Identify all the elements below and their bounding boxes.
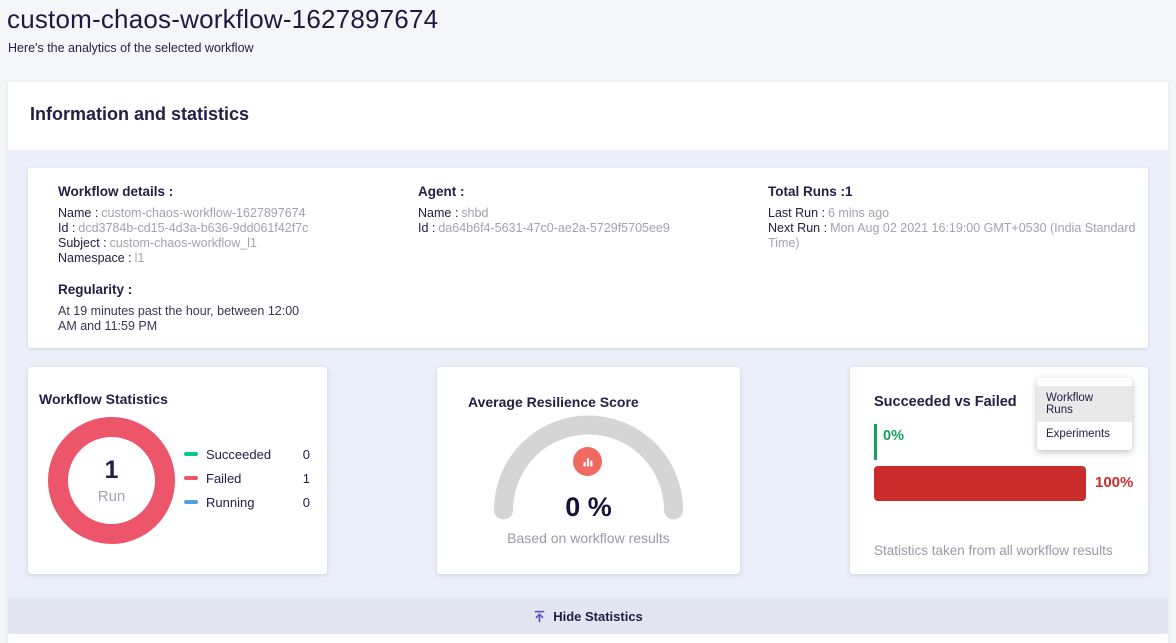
legend-value: 1 (296, 471, 310, 486)
page-title: custom-chaos-workflow-1627897674 (7, 4, 438, 35)
succeeded-dash-icon (184, 452, 198, 456)
legend-row-succeeded: Succeeded 0 (184, 446, 310, 462)
field-label: Namespace : (58, 251, 132, 265)
succeeded-bar (874, 424, 877, 460)
donut-legend: Succeeded 0 Failed 1 Running 0 (184, 446, 310, 518)
running-dash-icon (184, 500, 198, 504)
regularity-heading: Regularity : (58, 282, 388, 297)
total-runs-heading: Total Runs :1 (768, 184, 1168, 199)
field-value: custom-chaos-workflow_l1 (110, 236, 257, 250)
legend-label: Succeeded (206, 447, 296, 462)
donut-center-label: Run (98, 488, 126, 505)
failed-dash-icon (184, 476, 198, 480)
legend-label: Running (206, 495, 296, 510)
hide-statistics-button[interactable]: Hide Statistics (8, 598, 1168, 634)
page-subtitle: Here's the analytics of the selected wor… (8, 41, 254, 55)
field-label: Name : (58, 206, 98, 220)
workflow-info-box: Workflow details : Name :custom-chaos-wo… (28, 168, 1148, 348)
field-value: l1 (135, 251, 145, 265)
collapse-up-icon (533, 610, 546, 623)
menu-item-experiments[interactable]: Experiments (1037, 422, 1132, 446)
field-value: shbd (461, 206, 488, 220)
field-value: da64b6f4-5631-47c0-ae2a-5729f5705ee9 (438, 221, 669, 235)
workflow-details-heading: Workflow details : (58, 184, 388, 199)
field-row-last-run: Last Run :6 mins ago (768, 206, 1168, 221)
regularity-line: AM and 11:59 PM (58, 319, 388, 334)
resilience-score-value: 0 % (437, 492, 740, 523)
regularity-line: At 19 minutes past the hour, between 12:… (58, 304, 388, 319)
field-value: dcd3784b-cd15-4d3a-b636-9dd061f42f7c (78, 221, 308, 235)
failed-bar (874, 466, 1086, 501)
legend-label: Failed (206, 471, 296, 486)
regularity-block: Regularity : At 19 minutes past the hour… (58, 282, 388, 334)
field-label: Subject : (58, 236, 107, 250)
legend-row-failed: Failed 1 (184, 470, 310, 486)
workflow-analytics-screen: custom-chaos-workflow-1627897674 Here's … (0, 0, 1176, 643)
field-value: 6 mins ago (828, 206, 889, 220)
bar-chart-icon (573, 447, 602, 476)
workflow-details-column: Workflow details : Name :custom-chaos-wo… (58, 184, 388, 334)
failed-percentage: 100% (1095, 474, 1133, 491)
field-row-id: Id :dcd3784b-cd15-4d3a-b636-9dd061f42f7c (58, 221, 388, 236)
succeeded-percentage: 0% (883, 428, 904, 444)
svf-filter-menu: Workflow Runs Experiments (1037, 378, 1132, 450)
field-row-name: Name :custom-chaos-workflow-1627897674 (58, 206, 388, 221)
agent-column: Agent : Name :shbd Id :da64b6f4-5631-47c… (418, 184, 748, 236)
field-row-next-run: Next Run :Mon Aug 02 2021 16:19:00 GMT+0… (768, 221, 1168, 251)
legend-value: 0 (296, 447, 310, 462)
field-value: custom-chaos-workflow-1627897674 (101, 206, 305, 220)
runs-column: Total Runs :1 Last Run :6 mins ago Next … (768, 184, 1168, 251)
field-label: Name : (418, 206, 458, 220)
section-title: Information and statistics (30, 104, 249, 125)
field-row-subject: Subject :custom-chaos-workflow_l1 (58, 236, 388, 251)
runs-donut-chart: 1 Run (48, 417, 175, 544)
menu-item-workflow-runs[interactable]: Workflow Runs (1037, 386, 1132, 422)
workflow-statistics-title: Workflow Statistics (39, 391, 168, 407)
agent-heading: Agent : (418, 184, 748, 199)
resilience-score-card: Average Resilience Score 0 % Based on wo… (437, 367, 740, 574)
legend-row-running: Running 0 (184, 494, 310, 510)
succeeded-vs-failed-title: Succeeded vs Failed (874, 394, 1017, 410)
donut-center-value: 1 (105, 456, 119, 485)
svf-caption: Statistics taken from all workflow resul… (874, 543, 1113, 558)
workflow-statistics-card: Workflow Statistics 1 Run Succeeded 0 Fa… (28, 367, 327, 574)
field-row-agent-name: Name :shbd (418, 206, 748, 221)
field-label: Id : (418, 221, 435, 235)
field-label: Next Run : (768, 221, 827, 235)
hide-statistics-label: Hide Statistics (553, 609, 643, 624)
legend-value: 0 (296, 495, 310, 510)
resilience-score-caption: Based on workflow results (437, 530, 740, 546)
field-label: Last Run : (768, 206, 825, 220)
field-row-agent-id: Id :da64b6f4-5631-47c0-ae2a-5729f5705ee9 (418, 221, 748, 236)
field-label: Id : (58, 221, 75, 235)
field-row-namespace: Namespace :l1 (58, 251, 388, 266)
